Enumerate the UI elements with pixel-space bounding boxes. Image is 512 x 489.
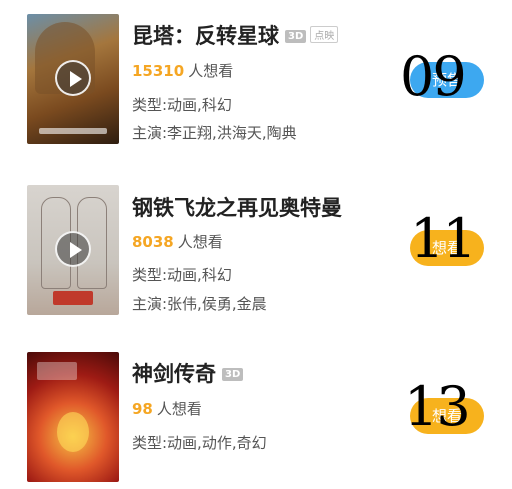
preview-badge: 点映: [310, 26, 339, 43]
3d-badge: 3D: [285, 30, 307, 43]
3d-badge: 3D: [222, 368, 244, 381]
movie-cast: 主演:李正翔,洪海天,陶典: [132, 124, 297, 142]
movie-genre: 类型:动画,科幻: [132, 266, 232, 284]
play-icon[interactable]: [55, 231, 91, 267]
movie-poster[interactable]: [27, 185, 119, 315]
movie-cast: 主演:张伟,侯勇,金晨: [132, 295, 267, 313]
big-number-overlay: 11: [410, 207, 477, 270]
movie-poster: [27, 352, 119, 482]
movie-poster[interactable]: [27, 14, 119, 144]
play-icon[interactable]: [55, 60, 91, 96]
movie-genre: 类型:动画,科幻: [132, 96, 232, 114]
want-count: 8038 人想看: [132, 233, 223, 251]
big-number-overlay: 13: [404, 375, 471, 438]
movie-genre: 类型:动画,动作,奇幻: [132, 434, 267, 452]
movie-title[interactable]: 神剑传奇 3D: [132, 358, 244, 388]
movie-title[interactable]: 钢铁飞龙之再见奥特曼: [132, 192, 342, 222]
big-number-overlay: 09: [400, 45, 467, 108]
want-count: 15310 人想看: [132, 62, 234, 80]
want-count: 98 人想看: [132, 400, 202, 418]
movie-title[interactable]: 昆塔：反转星球 3D 点映: [132, 20, 339, 50]
